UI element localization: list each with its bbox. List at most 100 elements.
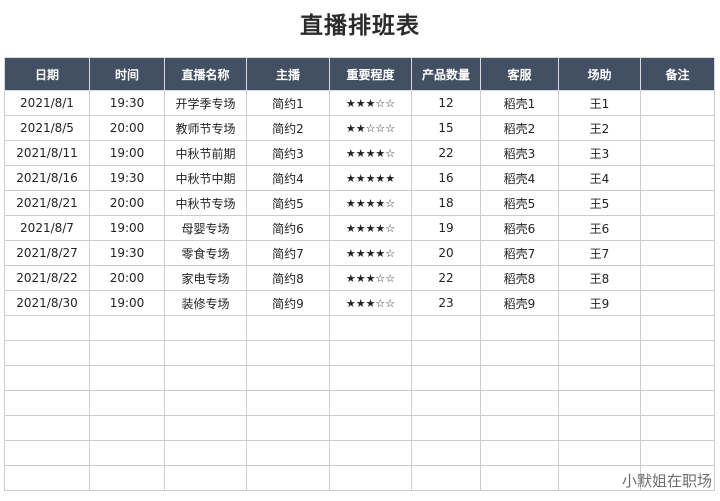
empty-cell[interactable] — [640, 440, 715, 466]
empty-cell[interactable] — [164, 340, 247, 366]
empty-cell[interactable] — [558, 390, 641, 416]
column-header-note[interactable]: 备注 — [640, 57, 715, 91]
cell-date[interactable]: 2021/8/27 — [4, 240, 90, 266]
empty-cell[interactable] — [329, 440, 412, 466]
cell-live-name[interactable]: 零食专场 — [164, 240, 247, 266]
cell-date[interactable]: 2021/8/22 — [4, 265, 90, 291]
empty-cell[interactable] — [329, 340, 412, 366]
empty-cell[interactable] — [558, 415, 641, 441]
empty-cell[interactable] — [480, 340, 559, 366]
cell-time[interactable]: 19:30 — [89, 240, 165, 266]
cell-importance[interactable]: ★★★★☆ — [329, 190, 412, 216]
column-header-date[interactable]: 日期 — [4, 57, 90, 91]
cell-product-count[interactable]: 22 — [411, 140, 481, 166]
cell-assistant[interactable]: 王1 — [558, 90, 641, 116]
cell-product-count[interactable]: 19 — [411, 215, 481, 241]
cell-live-name[interactable]: 母婴专场 — [164, 215, 247, 241]
empty-cell[interactable] — [411, 315, 481, 341]
column-header-product-count[interactable]: 产品数量 — [411, 57, 481, 91]
cell-live-name[interactable]: 开学季专场 — [164, 90, 247, 116]
empty-cell[interactable] — [246, 365, 330, 391]
empty-cell[interactable] — [480, 465, 559, 491]
cell-customer-service[interactable]: 稻壳2 — [480, 115, 559, 141]
empty-cell[interactable] — [164, 440, 247, 466]
cell-host[interactable]: 简约2 — [246, 115, 330, 141]
cell-host[interactable]: 简约9 — [246, 290, 330, 316]
empty-cell[interactable] — [4, 440, 90, 466]
cell-date[interactable]: 2021/8/30 — [4, 290, 90, 316]
cell-customer-service[interactable]: 稻壳3 — [480, 140, 559, 166]
cell-host[interactable]: 简约8 — [246, 265, 330, 291]
empty-cell[interactable] — [246, 315, 330, 341]
cell-live-name[interactable]: 中秋节专场 — [164, 190, 247, 216]
column-header-live-name[interactable]: 直播名称 — [164, 57, 247, 91]
cell-date[interactable]: 2021/8/16 — [4, 165, 90, 191]
cell-importance[interactable]: ★★★☆☆ — [329, 290, 412, 316]
cell-assistant[interactable]: 王5 — [558, 190, 641, 216]
cell-live-name[interactable]: 教师节专场 — [164, 115, 247, 141]
cell-customer-service[interactable]: 稻壳4 — [480, 165, 559, 191]
cell-date[interactable]: 2021/8/7 — [4, 215, 90, 241]
empty-cell[interactable] — [411, 390, 481, 416]
empty-cell[interactable] — [480, 315, 559, 341]
cell-customer-service[interactable]: 稻壳1 — [480, 90, 559, 116]
empty-cell[interactable] — [558, 340, 641, 366]
column-header-assistant[interactable]: 场助 — [558, 57, 641, 91]
cell-note[interactable] — [640, 190, 715, 216]
empty-cell[interactable] — [558, 315, 641, 341]
empty-cell[interactable] — [640, 365, 715, 391]
cell-customer-service[interactable]: 稻壳5 — [480, 190, 559, 216]
cell-note[interactable] — [640, 90, 715, 116]
cell-assistant[interactable]: 王3 — [558, 140, 641, 166]
cell-time[interactable]: 20:00 — [89, 115, 165, 141]
cell-live-name[interactable]: 中秋节中期 — [164, 165, 247, 191]
empty-cell[interactable] — [4, 340, 90, 366]
cell-live-name[interactable]: 中秋节前期 — [164, 140, 247, 166]
cell-assistant[interactable]: 王7 — [558, 240, 641, 266]
cell-time[interactable]: 19:00 — [89, 290, 165, 316]
cell-assistant[interactable]: 王8 — [558, 265, 641, 291]
empty-cell[interactable] — [329, 390, 412, 416]
cell-live-name[interactable]: 家电专场 — [164, 265, 247, 291]
cell-note[interactable] — [640, 165, 715, 191]
empty-cell[interactable] — [329, 465, 412, 491]
empty-cell[interactable] — [329, 315, 412, 341]
cell-customer-service[interactable]: 稻壳8 — [480, 265, 559, 291]
empty-cell[interactable] — [558, 365, 641, 391]
cell-time[interactable]: 20:00 — [89, 265, 165, 291]
cell-time[interactable]: 19:30 — [89, 165, 165, 191]
cell-note[interactable] — [640, 215, 715, 241]
cell-importance[interactable]: ★★★★☆ — [329, 215, 412, 241]
cell-host[interactable]: 简约5 — [246, 190, 330, 216]
column-header-host[interactable]: 主播 — [246, 57, 330, 91]
cell-importance[interactable]: ★★☆☆☆ — [329, 115, 412, 141]
cell-time[interactable]: 19:00 — [89, 140, 165, 166]
cell-date[interactable]: 2021/8/1 — [4, 90, 90, 116]
cell-date[interactable]: 2021/8/21 — [4, 190, 90, 216]
cell-assistant[interactable]: 王2 — [558, 115, 641, 141]
empty-cell[interactable] — [411, 465, 481, 491]
cell-customer-service[interactable]: 稻壳7 — [480, 240, 559, 266]
cell-note[interactable] — [640, 115, 715, 141]
cell-product-count[interactable]: 23 — [411, 290, 481, 316]
cell-assistant[interactable]: 王6 — [558, 215, 641, 241]
empty-cell[interactable] — [246, 340, 330, 366]
empty-cell[interactable] — [89, 315, 165, 341]
empty-cell[interactable] — [480, 415, 559, 441]
cell-importance[interactable]: ★★★☆☆ — [329, 90, 412, 116]
empty-cell[interactable] — [4, 315, 90, 341]
empty-cell[interactable] — [640, 340, 715, 366]
empty-cell[interactable] — [246, 465, 330, 491]
cell-note[interactable] — [640, 240, 715, 266]
cell-live-name[interactable]: 装修专场 — [164, 290, 247, 316]
cell-date[interactable]: 2021/8/5 — [4, 115, 90, 141]
empty-cell[interactable] — [89, 440, 165, 466]
cell-time[interactable]: 20:00 — [89, 190, 165, 216]
cell-product-count[interactable]: 22 — [411, 265, 481, 291]
cell-assistant[interactable]: 王4 — [558, 165, 641, 191]
empty-cell[interactable] — [4, 390, 90, 416]
column-header-importance[interactable]: 重要程度 — [329, 57, 412, 91]
cell-importance[interactable]: ★★★☆☆ — [329, 265, 412, 291]
empty-cell[interactable] — [4, 365, 90, 391]
empty-cell[interactable] — [164, 365, 247, 391]
